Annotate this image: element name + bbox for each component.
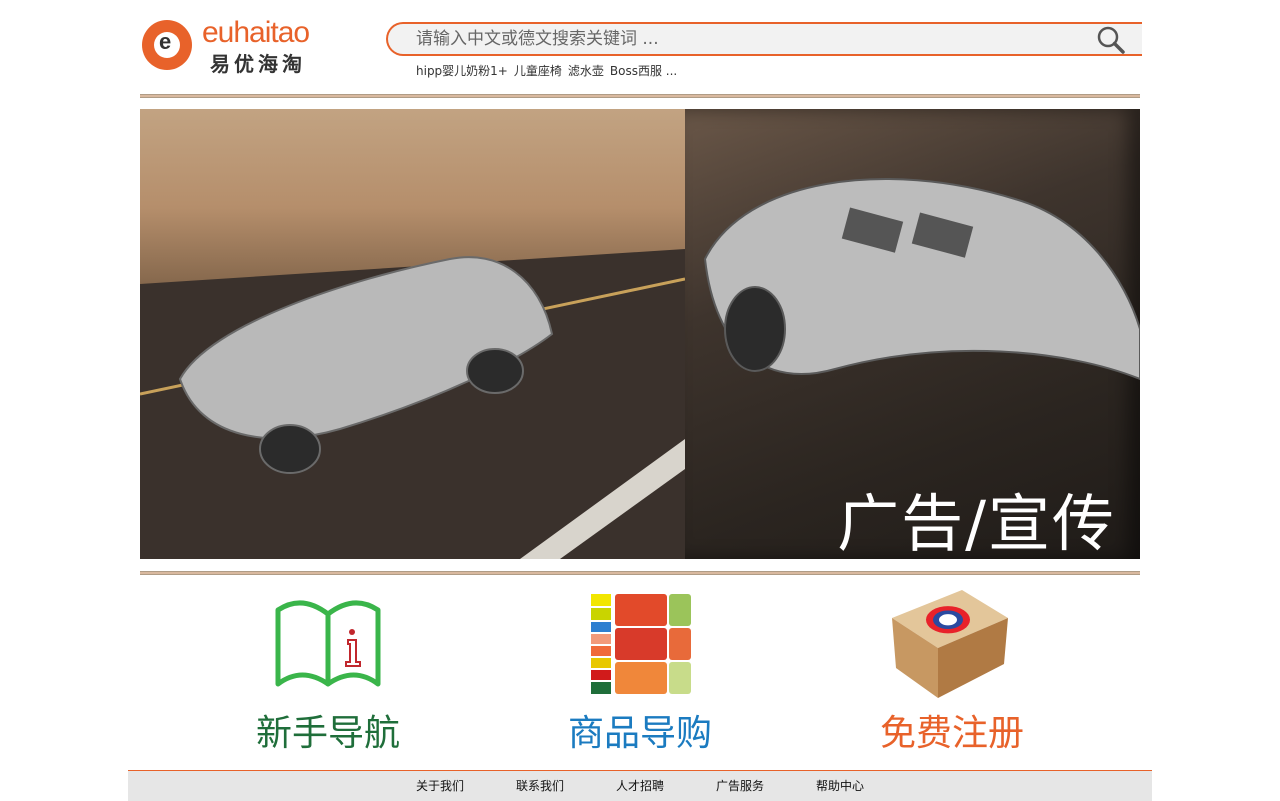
banner-road-image (140, 249, 685, 559)
logo-brand: euhaitao (202, 16, 310, 49)
hot-keyword-link[interactable]: hipp婴儿奶粉1+ (416, 64, 508, 78)
hot-keyword-link[interactable]: 滤水壶 (568, 64, 604, 78)
hot-keywords: hipp婴儿奶粉1+ 儿童座椅 滤水壶 Boss西服 ... (416, 62, 683, 79)
nav-card-guide[interactable]: 新手导航 (168, 588, 488, 758)
nav-card-label: 新手导航 (255, 713, 400, 754)
logo-e-glyph: e (159, 29, 172, 54)
nav-card-shopping[interactable]: 商品导购 (480, 588, 800, 758)
ad-banner[interactable]: 广告/宣传 (140, 109, 1140, 559)
shopping-guide-icon (591, 594, 691, 694)
logo[interactable]: e euhaitao 易优海淘 (142, 16, 332, 76)
search-box (386, 22, 1142, 56)
hot-keyword-link[interactable]: Boss西服 ... (610, 64, 677, 78)
search-icon[interactable] (1096, 26, 1126, 54)
banner-text: 广告/宣传 (837, 487, 1116, 559)
guide-book-icon (275, 600, 381, 687)
logo-brand-cn: 易优海淘 (210, 52, 306, 76)
nav-card-register[interactable]: 免费注册 (792, 588, 1112, 758)
footer-link-contact[interactable]: 联系我们 (516, 777, 564, 794)
footer: 关于我们 联系我们 人才招聘 广告服务 帮助中心 (128, 770, 1152, 801)
header: e euhaitao 易优海淘 hipp婴儿奶粉1+ 儿童座椅滤水壶 Boss西服 … (140, 0, 1142, 95)
nav-card-label: 商品导购 (567, 713, 712, 754)
divider (140, 94, 1140, 98)
nav-card-label: 免费注册 (879, 713, 1024, 754)
divider (140, 571, 1140, 575)
footer-link-ads[interactable]: 广告服务 (716, 777, 764, 794)
hot-keyword-link[interactable]: 儿童座椅 (514, 64, 562, 78)
footer-link-about[interactable]: 关于我们 (416, 777, 464, 794)
search-input[interactable] (416, 24, 1076, 54)
footer-link-jobs[interactable]: 人才招聘 (616, 777, 664, 794)
register-box-icon (892, 590, 1008, 698)
footer-link-help[interactable]: 帮助中心 (816, 777, 864, 794)
